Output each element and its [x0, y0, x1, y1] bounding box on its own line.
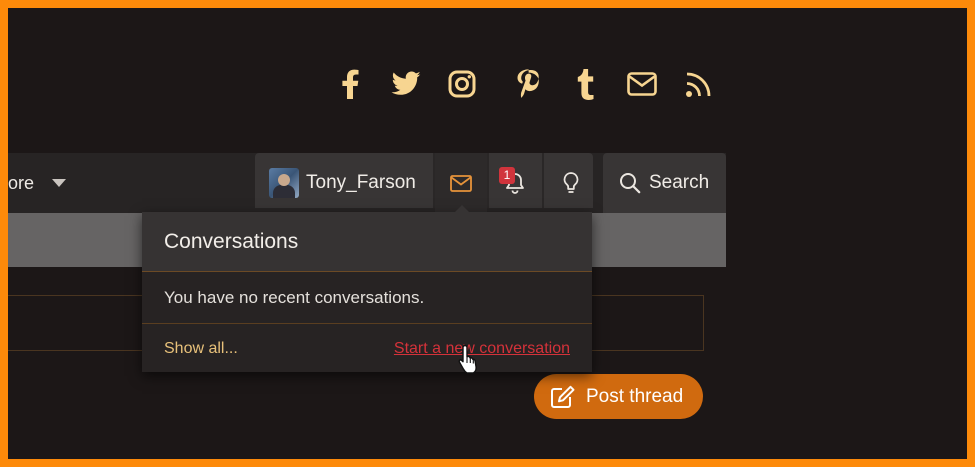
lightbulb-icon [563, 172, 579, 193]
hand-pointer-cursor-icon [458, 344, 480, 378]
avatar [269, 168, 299, 198]
conversations-popup: Conversations You have no recent convers… [142, 205, 592, 373]
alerts-button[interactable] [489, 153, 541, 213]
popup-footer: Show all... Start a new conversation [142, 324, 592, 373]
user-nav-group: Tony_Farson [255, 153, 593, 213]
nav-more-label: ore [8, 172, 35, 193]
start-new-conversation-link[interactable]: Start a new conversation [394, 340, 570, 358]
whats-new-button[interactable] [545, 153, 597, 213]
popup-header: Conversations [142, 212, 592, 272]
popup-title: Conversations [164, 229, 299, 253]
user-account-menu[interactable]: Tony_Farson [255, 153, 433, 213]
divider [542, 153, 544, 208]
popup-arrow [454, 205, 470, 213]
popup-body: You have no recent conversations. [142, 272, 592, 324]
show-all-link[interactable]: Show all... [164, 340, 238, 358]
tumblr-icon[interactable] [570, 66, 600, 102]
rss-icon[interactable] [684, 66, 714, 102]
pinterest-icon[interactable] [513, 66, 543, 102]
username: Tony_Farson [306, 172, 416, 193]
search-label: Search [649, 172, 710, 193]
twitter-icon[interactable] [391, 66, 421, 102]
conversations-button[interactable] [435, 153, 487, 213]
search-button[interactable]: Search [603, 153, 726, 213]
empty-message: You have no recent conversations. [164, 287, 425, 307]
instagram-icon[interactable] [447, 66, 477, 102]
envelope-icon [450, 174, 472, 192]
chevron-down-icon [52, 179, 67, 187]
pencil-square-icon [551, 385, 575, 408]
facebook-icon[interactable] [335, 66, 365, 102]
alerts-badge: 1 [499, 167, 515, 184]
search-icon [620, 173, 641, 194]
mail-icon[interactable] [627, 66, 657, 102]
page-frame: ore Tony_Farson 1 Search Conversations Y… [8, 8, 967, 459]
post-thread-button[interactable]: Post thread [534, 374, 703, 419]
post-thread-label: Post thread [586, 385, 684, 407]
nav-more-menu[interactable]: ore [8, 153, 67, 213]
